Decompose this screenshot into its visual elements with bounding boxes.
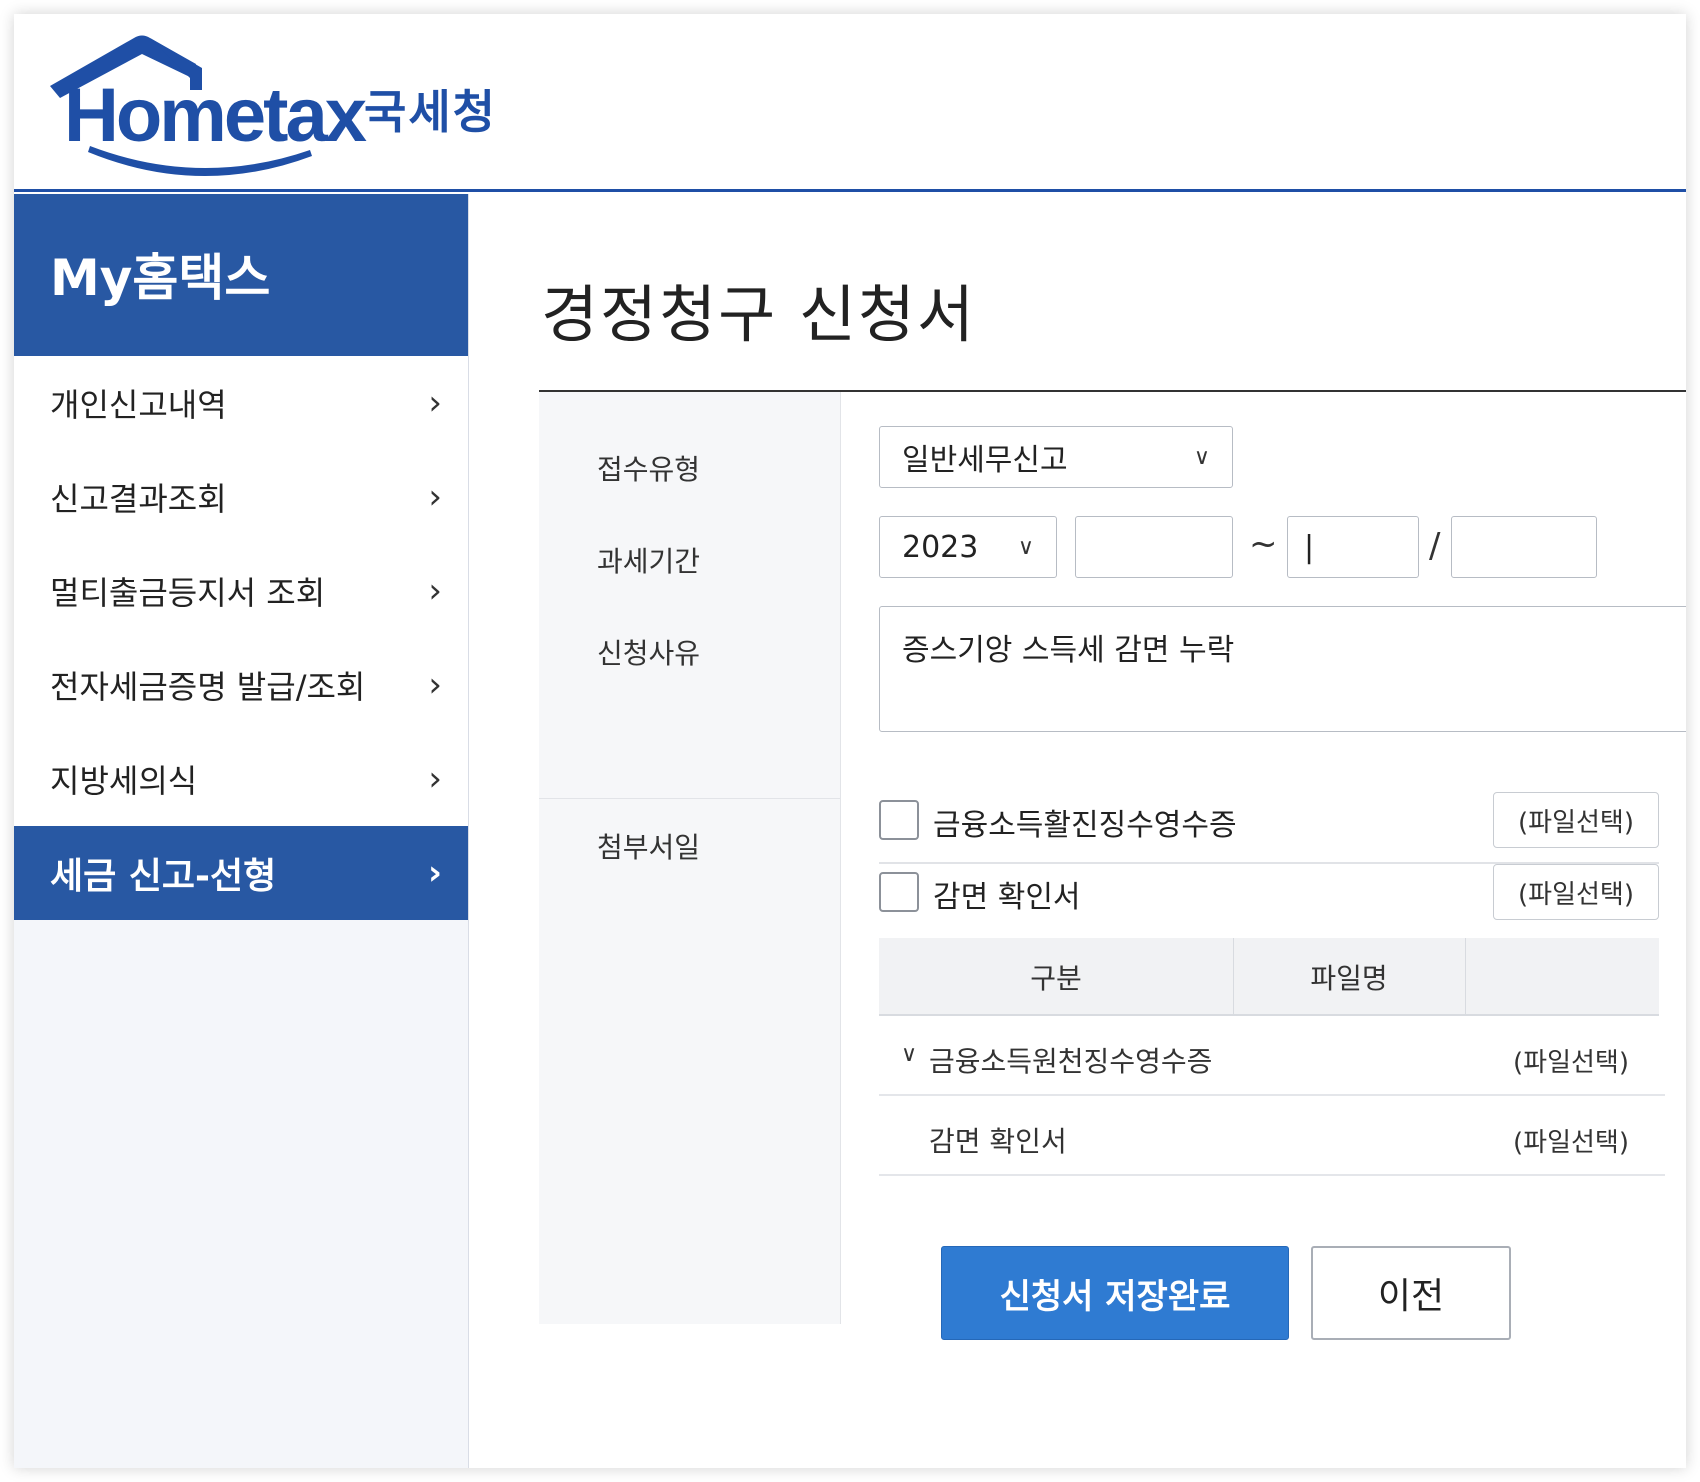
window: Hometax 국세청 My홈택스 개인신고내역 › 신고결과조회 › 멀티출금… xyxy=(14,14,1686,1468)
period-start-input[interactable] xyxy=(1075,516,1233,578)
previous-button[interactable]: 이전 xyxy=(1311,1246,1511,1340)
period-end-input[interactable]: | xyxy=(1287,516,1419,578)
tilde-separator: ~ xyxy=(1249,524,1278,564)
agency-name: 국세청 xyxy=(364,85,497,139)
chevron-down-icon: ∨ xyxy=(1017,534,1034,560)
sidebar-item-label: 세금 신고-선형 xyxy=(50,856,277,897)
slash-separator: / xyxy=(1429,526,1441,566)
sidebar-item-notice-inquiry[interactable]: 멀티출금등지서 조회 › xyxy=(14,544,468,638)
hometax-logo[interactable]: Hometax xyxy=(50,28,367,178)
table-cell-name: 감면 확인서 xyxy=(929,1125,1067,1158)
table-cell-file[interactable]: (파일선택) xyxy=(1513,1042,1629,1079)
reason-textarea[interactable]: 증스기앙 스득세 감면 누락 xyxy=(879,606,1686,732)
chevron-right-icon: › xyxy=(428,477,442,517)
receipt-type-value: 일반세무신고 xyxy=(902,443,1068,478)
sidebar-item-label: 개인신고내역 xyxy=(50,386,227,424)
save-application-button[interactable]: 신청서 저장완료 xyxy=(941,1246,1289,1340)
chevron-right-icon: › xyxy=(428,383,442,423)
table-row[interactable]: ∨ 금융소득원천징수영수증 (파일선택) xyxy=(879,1018,1665,1096)
sidebar-title: My홈택스 xyxy=(14,194,468,356)
file-select-button[interactable]: (파일선택) xyxy=(1493,864,1659,920)
chevron-right-icon: › xyxy=(427,853,442,893)
page-title: 경정청구 신청서 xyxy=(541,278,976,351)
sidebar-item-label: 신고결과조회 xyxy=(50,480,227,518)
table-row[interactable]: 감면 확인서 (파일선택) xyxy=(879,1098,1665,1176)
sidebar-menu: 개인신고내역 › 신고결과조회 › 멀티출금등지서 조회 › 전자세금증명 발급… xyxy=(14,356,468,920)
attachment-checkbox[interactable] xyxy=(879,872,919,912)
column-header-filename: 파일명 xyxy=(1310,962,1388,995)
main-content: 경정청구 신청서 접수유형 과세기간 신청사유 첨부서일 일반세무신고 ∨ 20… xyxy=(469,194,1686,1468)
receipt-type-select[interactable]: 일반세무신고 ∨ xyxy=(879,426,1233,488)
table-cell-name: 금융소득원천징수영수증 xyxy=(929,1045,1213,1078)
sidebar-item-local-tax[interactable]: 지방세의식 › xyxy=(14,732,468,826)
tax-year-value: 2023 xyxy=(902,529,979,565)
sidebar-item-label: 지방세의식 xyxy=(50,762,198,800)
sidebar-item-tax-filing-active[interactable]: 세금 신고-선형 › xyxy=(14,826,468,920)
file-select-button[interactable]: (파일선택) xyxy=(1493,792,1659,848)
period-end2-input[interactable] xyxy=(1451,516,1597,578)
label-receipt-type: 접수유형 xyxy=(597,453,701,486)
reason-text: 증스기앙 스득세 감면 누락 xyxy=(902,633,1235,668)
chevron-right-icon: › xyxy=(428,665,442,705)
label-reason: 신청사유 xyxy=(597,637,701,670)
sidebar-item-tax-certificate[interactable]: 전자세금증명 발급/조회 › xyxy=(14,638,468,732)
logo-text: Hometax xyxy=(64,73,367,158)
attachment-label: 감면 확인서 xyxy=(933,880,1081,915)
chevron-down-icon: ∨ xyxy=(1193,444,1210,470)
sidebar-item-label: 전자세금증명 발급/조회 xyxy=(50,668,366,706)
label-tax-period: 과세기간 xyxy=(597,545,701,578)
sidebar: My홈택스 개인신고내역 › 신고결과조회 › 멀티출금등지서 조회 › 전자세… xyxy=(14,194,469,1468)
label-attachments: 첨부서일 xyxy=(597,831,701,864)
sidebar-item-filing-results[interactable]: 신고결과조회 › xyxy=(14,450,468,544)
sidebar-item-label: 멀티출금등지서 조회 xyxy=(50,574,326,612)
attachment-row: 감면 확인서 (파일선택) xyxy=(879,862,1659,936)
label-divider xyxy=(539,798,841,799)
table-cell-file[interactable]: (파일선택) xyxy=(1513,1122,1629,1159)
chevron-right-icon: › xyxy=(428,571,442,611)
chevron-down-icon[interactable]: ∨ xyxy=(901,1042,917,1067)
tax-year-select[interactable]: 2023 ∨ xyxy=(879,516,1057,578)
column-header-category: 구분 xyxy=(1030,962,1082,995)
form-label-column: 접수유형 과세기간 신청사유 첨부서일 xyxy=(539,392,841,1324)
column-header-empty xyxy=(1465,938,1659,1016)
chevron-right-icon: › xyxy=(428,759,442,799)
attachment-row: 금융소득활진징수영수증 (파일선택) xyxy=(879,790,1659,864)
period-end-value: | xyxy=(1304,529,1315,565)
attachment-table-header: 구분 파일명 xyxy=(879,938,1659,1016)
attachment-label: 금융소득활진징수영수증 xyxy=(933,808,1237,843)
sidebar-item-personal-filings[interactable]: 개인신고내역 › xyxy=(14,356,468,450)
attachment-checkbox[interactable] xyxy=(879,800,919,840)
site-header: Hometax 국세청 xyxy=(14,14,1686,192)
